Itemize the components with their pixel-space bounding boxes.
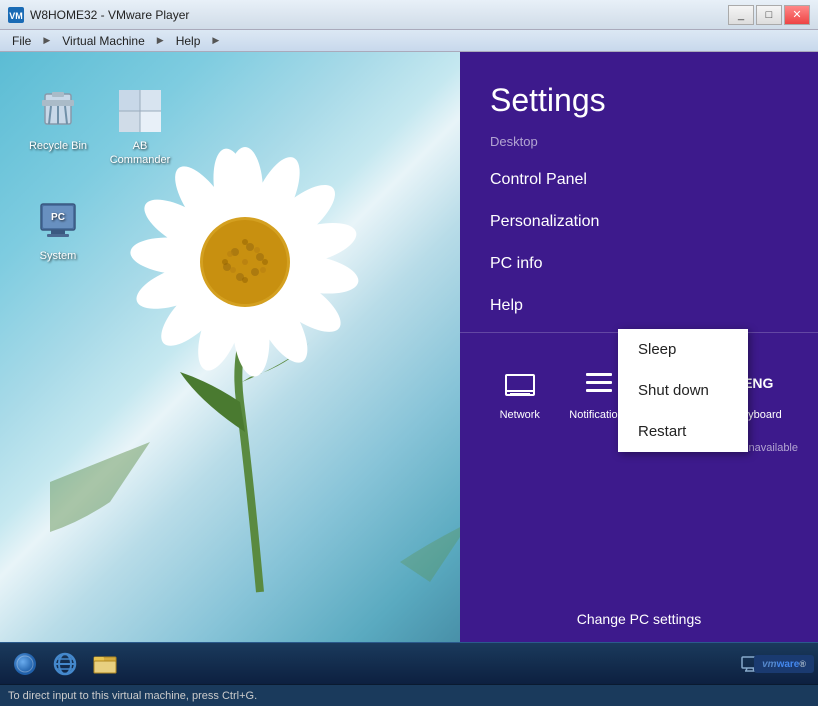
network-icon xyxy=(500,363,540,403)
titlebar-text: W8HOME32 - VMware Player xyxy=(30,8,728,22)
shutdown-option[interactable]: Shut down xyxy=(618,370,748,411)
unavailable-label: Unavailable xyxy=(741,442,798,454)
svg-text:PC: PC xyxy=(51,212,65,223)
close-button[interactable]: ✕ xyxy=(784,5,810,25)
maximize-button[interactable]: □ xyxy=(756,5,782,25)
ab-commander-label: AB Commander xyxy=(100,139,180,168)
settings-title: Settings xyxy=(460,52,818,134)
titlebar: VM W8HOME32 - VMware Player _ □ ✕ xyxy=(0,0,818,30)
main-area: Recycle Bin AB Commander xyxy=(0,52,818,642)
ab-commander-icon[interactable]: AB Commander xyxy=(100,87,180,168)
minimize-button[interactable]: _ xyxy=(728,5,754,25)
restart-option[interactable]: Restart xyxy=(618,411,748,452)
settings-pc-info[interactable]: PC info xyxy=(460,243,818,285)
power-menu: Sleep Shut down Restart xyxy=(618,329,748,452)
taskbar-container: vmware® xyxy=(0,642,818,684)
menu-help[interactable]: Help xyxy=(168,32,209,50)
notifications-icon xyxy=(579,363,619,403)
network-label: Network xyxy=(500,409,540,421)
menu-file[interactable]: File xyxy=(4,32,39,50)
vmware-icon: VM xyxy=(8,7,24,23)
change-pc-settings[interactable]: Change PC settings xyxy=(460,596,818,642)
svg-text:VM: VM xyxy=(9,11,23,21)
recycle-bin-icon[interactable]: Recycle Bin xyxy=(18,87,98,153)
menubar: File ▶ Virtual Machine ▶ Help ▶ xyxy=(0,30,818,52)
settings-control-panel[interactable]: Control Panel xyxy=(460,159,818,201)
system-icon[interactable]: PC System xyxy=(18,197,98,263)
settings-help[interactable]: Help xyxy=(460,285,818,327)
desktop[interactable]: Recycle Bin AB Commander xyxy=(0,52,460,642)
settings-subtitle: Desktop xyxy=(460,134,818,159)
recycle-bin-label: Recycle Bin xyxy=(18,139,98,153)
tip-bar: To direct input to this virtual machine,… xyxy=(0,684,818,706)
taskbar: vmware® xyxy=(0,642,818,684)
titlebar-controls: _ □ ✕ xyxy=(728,5,810,25)
menu-virtualmachine[interactable]: Virtual Machine xyxy=(54,32,153,50)
sleep-option[interactable]: Sleep xyxy=(618,329,748,370)
tip-text: To direct input to this virtual machine,… xyxy=(8,690,257,702)
system-label: System xyxy=(18,249,98,263)
settings-personalization[interactable]: Personalization xyxy=(460,201,818,243)
network-icon-button[interactable]: Network xyxy=(480,363,560,421)
